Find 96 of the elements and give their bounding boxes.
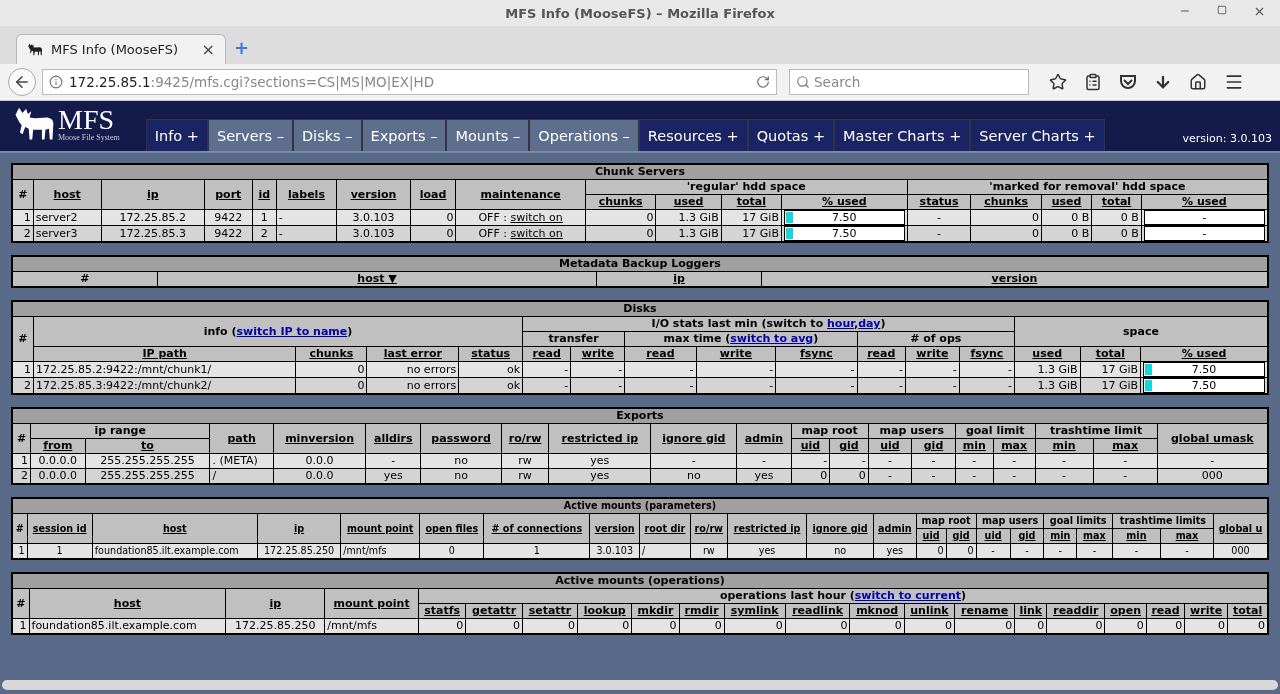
cell-text: ) — [813, 332, 819, 345]
usage-value: 7.50 — [1191, 379, 1217, 392]
column-header: # — [12, 423, 31, 454]
column-header[interactable]: session id — [27, 513, 93, 544]
nav-tab[interactable]: Master Charts + — [834, 119, 971, 151]
column-header: # — [12, 513, 27, 544]
table-title: Chunk Servers — [12, 164, 1268, 180]
nav-tab[interactable]: Quotas + — [747, 119, 835, 151]
column-header[interactable]: version — [336, 179, 411, 210]
usage-value: 7.50 — [832, 227, 857, 240]
cell-text: operations last hour ( — [719, 589, 855, 602]
column-header[interactable]: labels — [276, 179, 337, 210]
switch-link[interactable]: switch IP to name — [236, 324, 348, 338]
usage-value: - — [1202, 227, 1207, 240]
column-header[interactable]: host — [29, 588, 226, 619]
nav-tab[interactable]: Exports – — [361, 119, 447, 151]
column-header[interactable]: ip — [225, 588, 325, 619]
nav-tab[interactable]: Disks – — [292, 119, 362, 151]
menu-icon[interactable] — [1224, 72, 1244, 92]
usage-value: 7.50 — [832, 211, 857, 224]
switch-link[interactable]: switch to avg — [730, 332, 814, 345]
search-field[interactable]: Search — [789, 69, 1029, 95]
close-icon[interactable] — [1253, 5, 1266, 18]
star-icon[interactable] — [1049, 73, 1067, 91]
home-icon[interactable] — [1189, 73, 1207, 91]
table-title: Metadata Backup Loggers — [12, 256, 1268, 272]
nav-tab[interactable]: Resources + — [638, 119, 748, 151]
column-header[interactable]: alldirs — [365, 423, 421, 454]
switch-link[interactable]: switch on — [510, 226, 563, 240]
usage-value: - — [1202, 211, 1207, 224]
column-header[interactable]: ip — [101, 179, 205, 210]
column-header[interactable]: open files — [419, 513, 484, 544]
column-header[interactable]: restricted ip — [727, 513, 807, 544]
address-field[interactable]: 172.25.85.1:9425/mfs.cgi?sections=CS|MS|MO|EX|HD — [42, 69, 777, 95]
reload-icon[interactable] — [756, 75, 770, 89]
window-title: MFS Info (MooseFS) – Mozilla Firefox — [505, 5, 775, 21]
cell-text: OFF : — [478, 210, 508, 224]
cell-text: ) — [880, 317, 886, 330]
cell-text: ) — [347, 324, 353, 338]
horizontal-scrollbar[interactable] — [2, 680, 1278, 690]
nav-tab[interactable]: Info + — [145, 119, 208, 151]
cell-text: ) — [961, 589, 967, 602]
column-header[interactable]: global u — [1213, 513, 1268, 544]
url-text: 172.25.85.1:9425/mfs.cgi?sections=CS|MS|MO|EX|HD — [69, 74, 436, 90]
logo-subtitle: Moose File System — [58, 132, 120, 142]
reader-icon[interactable] — [1084, 73, 1102, 91]
search-icon — [796, 75, 810, 89]
column-header[interactable]: minversion — [273, 423, 366, 454]
column-header[interactable]: password — [420, 423, 502, 454]
column-header: # — [12, 316, 34, 362]
search-placeholder: Search — [814, 74, 861, 90]
tab-close[interactable]: × — [201, 40, 215, 59]
switch-link[interactable]: hour — [827, 317, 855, 330]
column-header[interactable]: ignore gid — [806, 513, 874, 544]
cell-text: , — [854, 317, 859, 330]
column-header: space — [1014, 316, 1268, 347]
cell-text: I/O stats last min (switch to — [651, 317, 825, 330]
column-header[interactable]: version — [589, 513, 640, 544]
back-button[interactable] — [8, 68, 36, 96]
column-header: # — [12, 179, 34, 210]
nav-tab[interactable]: Server Charts + — [970, 119, 1105, 151]
column-header[interactable]: global umask — [1157, 423, 1268, 454]
cell-text: info ( — [203, 324, 237, 338]
nav-tab[interactable]: Operations – — [529, 119, 639, 151]
switch-link[interactable]: switch on — [510, 210, 563, 224]
version-label: version: 3.0.103 — [1182, 132, 1272, 145]
moose-icon — [27, 43, 43, 56]
info-icon[interactable] — [49, 75, 63, 89]
column-header[interactable]: path — [209, 423, 274, 454]
column-header[interactable]: mount point — [340, 513, 420, 544]
column-header[interactable]: restricted ip — [548, 423, 651, 454]
cell-text: OFF : — [478, 226, 508, 240]
column-header[interactable]: # of connections — [483, 513, 590, 544]
browser-tab[interactable]: MFS Info (MooseFS) × — [16, 34, 226, 64]
column-header[interactable]: ignore gid — [650, 423, 737, 454]
switch-link[interactable]: switch to current — [854, 589, 962, 602]
table-title: Disks — [12, 301, 1268, 317]
nav-tab[interactable]: Mounts – — [446, 119, 530, 151]
column-header[interactable]: admin — [736, 423, 792, 454]
column-header[interactable]: ip — [257, 513, 341, 544]
download-icon[interactable] — [1154, 73, 1172, 91]
switch-link[interactable]: day — [858, 317, 881, 330]
column-header[interactable]: host — [92, 513, 258, 544]
tab-title: MFS Info (MooseFS) — [51, 42, 180, 57]
pocket-icon[interactable] — [1119, 73, 1137, 91]
column-header: # — [12, 588, 29, 619]
table-title: Active mounts (parameters) — [12, 498, 1268, 514]
usage-value: 7.50 — [1191, 363, 1217, 376]
table-title: Exports — [12, 408, 1268, 424]
logo-text: MFS — [58, 106, 115, 133]
column-header[interactable]: mount point — [324, 588, 419, 619]
column-header[interactable]: maintenance — [456, 179, 586, 210]
column-header[interactable]: host — [33, 179, 101, 210]
nav-tab[interactable]: Servers – — [208, 119, 293, 151]
table-title: Active mounts (operations) — [12, 573, 1268, 589]
cell-text: max time ( — [663, 332, 731, 345]
